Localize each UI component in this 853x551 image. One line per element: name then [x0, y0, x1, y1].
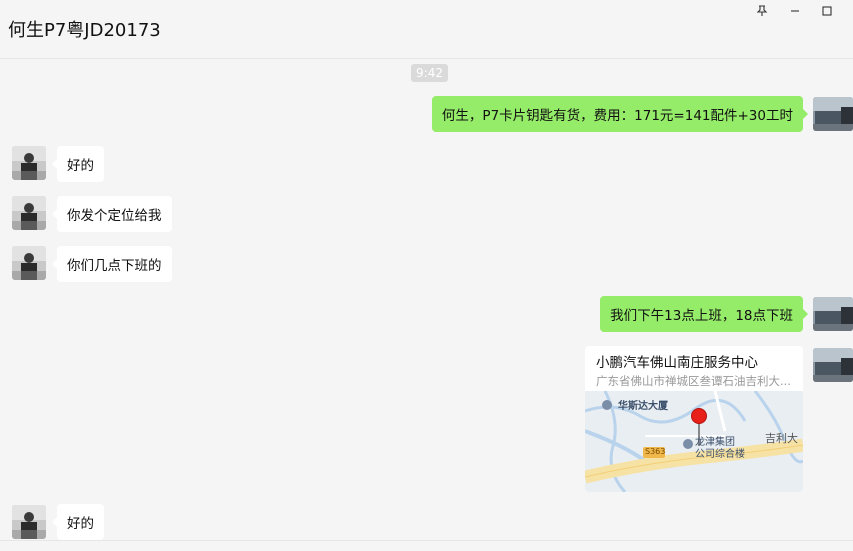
message-text: 你发个定位给我	[67, 208, 162, 224]
location-address: 广东省佛山市禅城区叁谭石油吉利大...	[596, 374, 791, 388]
map-road-badge: S363	[645, 447, 666, 456]
avatar[interactable]	[12, 196, 46, 230]
message-bubble[interactable]: 好的	[52, 146, 104, 182]
minimize-icon[interactable]	[784, 2, 806, 20]
map-label-poi-2-line-2: 公司综合楼	[695, 449, 745, 460]
message-bubble[interactable]: 好的	[52, 504, 104, 540]
avatar[interactable]	[12, 146, 46, 180]
map-road-label: 吉利大	[765, 432, 798, 445]
pin-icon[interactable]	[751, 2, 773, 20]
chat-header: 何生P7粤JD20173	[0, 0, 853, 59]
message-text: 何生，P7卡片钥匙有货，费用：171元=141配件+30工时	[441, 108, 793, 124]
message-bubble[interactable]: 我们下午13点上班，18点下班	[600, 296, 808, 332]
map-label-poi-1: 华斯达大厦	[618, 401, 668, 412]
avatar[interactable]	[12, 246, 46, 280]
location-name: 小鹏汽车佛山南庄服务中心	[596, 355, 758, 371]
avatar[interactable]	[813, 297, 853, 331]
avatar[interactable]	[813, 97, 853, 131]
message-text: 好的	[67, 516, 94, 532]
maximize-icon[interactable]	[816, 2, 838, 20]
divider	[0, 540, 853, 541]
message-bubble[interactable]: 何生，P7卡片钥匙有货，费用：171元=141配件+30工时	[431, 96, 809, 132]
location-map[interactable]: 华斯达大厦 龙津集团 公司综合楼 吉利大 S363	[585, 391, 803, 492]
message-text: 你们几点下班的	[67, 258, 162, 274]
message-bubble[interactable]: 你发个定位给我	[52, 196, 172, 232]
time-separator: 9:42	[411, 64, 448, 82]
message-bubble[interactable]: 你们几点下班的	[52, 246, 172, 282]
avatar[interactable]	[813, 348, 853, 382]
chat-title: 何生P7粤JD20173	[8, 20, 161, 41]
message-text: 好的	[67, 158, 94, 174]
avatar[interactable]	[12, 505, 46, 539]
message-text: 我们下午13点上班，18点下班	[610, 308, 793, 324]
location-card[interactable]: 小鹏汽车佛山南庄服务中心 广东省佛山市禅城区叁谭石油吉利大... 华斯达大厦 龙…	[585, 346, 803, 492]
